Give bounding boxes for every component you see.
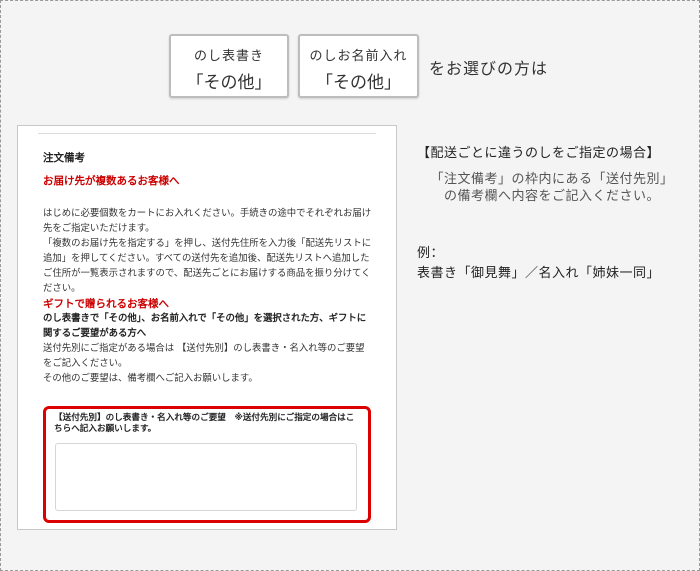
button-line2: 「その他」	[316, 73, 401, 93]
gift-bold-text: のし表書きで「その他」、お名前入れで「その他」を選択された方、ギフトに関するご要…	[43, 313, 367, 339]
divider	[38, 133, 376, 134]
noshi-name-other-button[interactable]: のしお名前入れ 「その他」	[298, 34, 419, 98]
remarks-label: 【送付先別】のし表書き・名入れ等のご要望 ※送付先別にご指定の場合はこちらへ記入…	[54, 413, 355, 434]
paragraph: はじめに必要個数をカートにお入れください。手続きの途中でそれぞれお届け先をご指定…	[43, 208, 372, 234]
paragraph: 「複数のお届け先を指定する」を押し、送付先住所を入力後「配送先リストに追加」を押…	[43, 238, 372, 294]
right-heading: 【配送ごとに違うのしをご指定の場合】	[417, 146, 661, 161]
gift-heading: ギフトで贈られるお客様へ	[43, 298, 169, 310]
note-line: の備考欄へ内容をご記入ください。	[443, 189, 660, 204]
multiple-address-heading: お届け先が複数あるお客様へ	[43, 175, 180, 187]
per-address-remarks-textarea[interactable]	[55, 443, 357, 511]
instruction-panel: のし表書き 「その他」 のしお名前入れ 「その他」 をお選びの方は 注文備考 お…	[0, 0, 700, 571]
right-note: 「注文備考」の枠内にある「送付先別」 の備考欄へ内容をご記入ください。	[417, 171, 687, 205]
paragraph: 送付先別にご指定がある場合は 【送付先別】のし表書き・名入れ等のご要望をご記入く…	[43, 343, 365, 369]
per-address-remarks-box: 【送付先別】のし表書き・名入れ等のご要望 ※送付先別にご指定の場合はこちらへ記入…	[43, 406, 371, 523]
button-line1: のし表書き	[193, 49, 264, 64]
example-label: 例：	[417, 246, 445, 261]
gift-text: のし表書きで「その他」、お名前入れで「その他」を選択された方、ギフトに関するご要…	[43, 311, 373, 386]
noshi-omote-other-button[interactable]: のし表書き 「その他」	[169, 34, 289, 98]
multiple-address-text: はじめに必要個数をカートにお入れください。手続きの途中でそれぞれお届け先をご指定…	[43, 206, 373, 296]
note-line: 「注文備考」の枠内にある「送付先別」	[430, 172, 674, 187]
form-title: 注文備考	[43, 152, 85, 164]
example: 例： 表書き「御見舞」／名入れ「姉妹一同」	[417, 244, 660, 284]
choose-text: をお選びの方は	[429, 59, 549, 78]
order-remarks-form: 注文備考 お届け先が複数あるお客様へ はじめに必要個数をカートにお入れください。…	[17, 125, 397, 530]
paragraph: その他のご要望は、備考欄へご記入お願いします。	[43, 373, 258, 384]
button-line1: のしお名前入れ	[309, 49, 408, 64]
button-line2: 「その他」	[186, 73, 272, 93]
example-text: 表書き「御見舞」／名入れ「姉妹一同」	[417, 266, 661, 281]
